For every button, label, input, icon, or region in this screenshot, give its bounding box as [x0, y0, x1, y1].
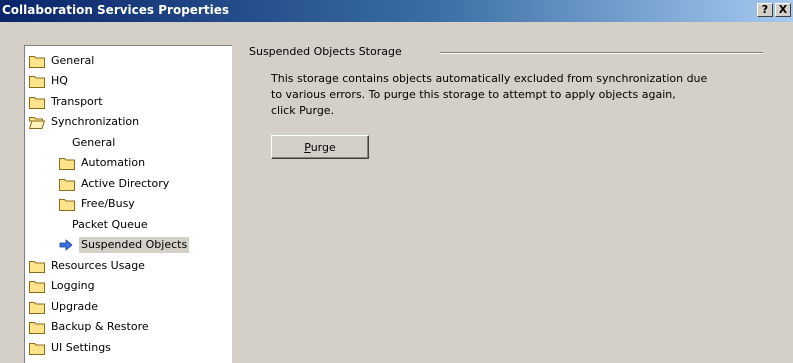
description-text: This storage contains objects automatica… [271, 71, 771, 119]
folder-open-icon [29, 117, 45, 129]
folder-icon [29, 76, 45, 88]
folder-icon [29, 281, 45, 293]
tree-item-label: Packet Queue [72, 218, 148, 231]
tree-item-packet-queue[interactable]: Packet Queue [70, 215, 150, 235]
tree-item-label: Resources Usage [51, 259, 145, 272]
tree-item-sync-general[interactable]: General [70, 133, 117, 153]
close-button[interactable]: X [775, 3, 791, 17]
folder-icon [29, 343, 45, 355]
tree-item-backup-restore[interactable]: Backup & Restore [29, 317, 151, 337]
window-title: Collaboration Services Properties [2, 3, 229, 17]
tree-item-free-busy[interactable]: Free/Busy [59, 194, 137, 214]
folder-icon [59, 179, 75, 191]
tree-item-label: UI Settings [51, 341, 111, 354]
tree-item-label: Automation [81, 156, 146, 169]
tree-item-ui-settings[interactable]: UI Settings [29, 338, 113, 358]
tree-item-suspended-objects[interactable]: Suspended Objects [59, 235, 190, 255]
folder-icon [29, 56, 45, 68]
tree-item-active-directory[interactable]: Active Directory [59, 174, 171, 194]
tree-item-label: Logging [51, 279, 95, 292]
folder-icon [29, 302, 45, 314]
tree-item-label: HQ [51, 74, 68, 87]
description-line: to various errors. To purge this storage… [271, 88, 676, 101]
settings-tree[interactable]: General HQ Transport Synchronization Gen… [24, 45, 232, 363]
tree-item-logging[interactable]: Logging [29, 276, 97, 296]
tree-item-label: Transport [51, 95, 103, 108]
tree-item-label: Synchronization [51, 115, 140, 128]
arrow-right-icon [59, 239, 73, 251]
tree-item-label: Active Directory [81, 177, 170, 190]
tree-item-automation[interactable]: Automation [59, 153, 147, 173]
group-title: Suspended Objects Storage [249, 45, 406, 58]
purge-label-rest: urge [310, 140, 336, 154]
properties-dialog: Collaboration Services Properties ? X Ge… [0, 0, 793, 363]
tree-item-hq[interactable]: HQ [29, 71, 70, 91]
folder-icon [29, 322, 45, 334]
tree-item-label: General [51, 54, 95, 67]
folder-icon [29, 97, 45, 109]
tree-item-label: Backup & Restore [51, 320, 149, 333]
tree-item-resources-usage[interactable]: Resources Usage [29, 256, 147, 276]
folder-icon [59, 158, 75, 170]
folder-icon [29, 261, 45, 273]
description-line: click Purge. [271, 104, 335, 117]
group-divider [440, 52, 763, 54]
tree-item-label: General [72, 136, 116, 149]
tree-item-upgrade[interactable]: Upgrade [29, 297, 100, 317]
tree-item-synchronization[interactable]: Synchronization [29, 112, 141, 132]
tree-item-general[interactable]: General [29, 51, 96, 71]
tree-item-label: Suspended Objects [79, 237, 190, 253]
tree-item-label: Upgrade [51, 300, 99, 313]
tree-item-label: Free/Busy [81, 197, 135, 210]
help-button[interactable]: ? [757, 3, 773, 17]
tree-item-transport[interactable]: Transport [29, 92, 105, 112]
description-line: This storage contains objects automatica… [271, 72, 708, 85]
purge-button[interactable]: Purge [271, 135, 369, 159]
title-bar[interactable]: Collaboration Services Properties ? X [0, 0, 793, 22]
folder-icon [59, 199, 75, 211]
